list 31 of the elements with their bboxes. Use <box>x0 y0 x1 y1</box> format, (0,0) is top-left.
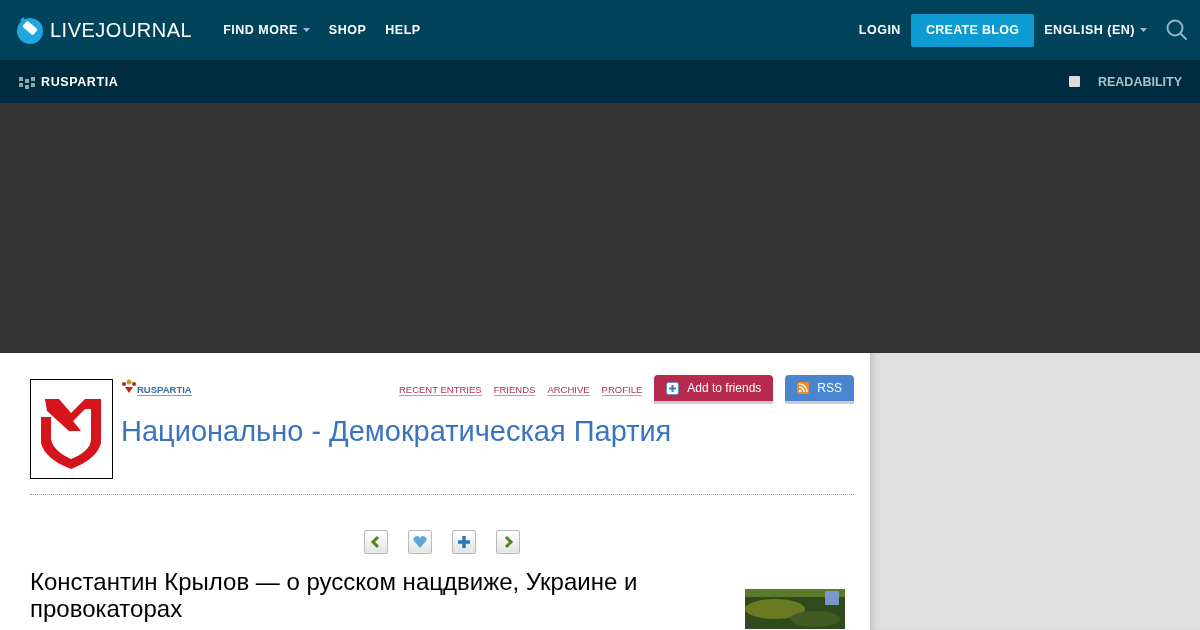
logo-text[interactable]: LIVEJOURNAL <box>50 18 193 42</box>
language-dropdown[interactable]: ENGLISH (EN) <box>1044 23 1147 37</box>
plus-icon <box>457 535 471 549</box>
nav-link[interactable]: HELP <box>385 23 421 37</box>
journal-title[interactable]: Национально - Демократическая Партия <box>121 415 854 448</box>
next-entry-button[interactable] <box>496 530 520 554</box>
username-link[interactable]: RUSPARTIA <box>137 384 192 396</box>
add-to-memories-button[interactable] <box>408 530 432 554</box>
previous-entry-button[interactable] <box>364 530 388 554</box>
rss-button[interactable]: RSS <box>785 375 854 401</box>
journal-name[interactable]: RUSPARTIA <box>41 74 119 89</box>
journal-nav-link[interactable]: RECENT ENTRIES <box>398 384 482 396</box>
journal-nav-link[interactable]: FRIENDS <box>493 384 536 396</box>
heart-icon <box>413 535 427 549</box>
journal-nav-link[interactable]: ARCHIVE <box>547 384 590 396</box>
journal-nav-link[interactable]: PROFILE <box>601 384 643 396</box>
pen-logo-icon <box>16 16 44 44</box>
plus-icon <box>666 381 680 395</box>
search-icon[interactable] <box>1166 19 1188 41</box>
post-title[interactable]: Константин Крылов — о русском нацдвиже, Украине и провокаторах <box>30 568 680 622</box>
add-entry-button[interactable] <box>452 530 476 554</box>
nav-link[interactable]: FIND MORE <box>223 23 310 37</box>
add-to-friends-button[interactable]: Add to friends <box>654 375 774 401</box>
community-icon <box>19 74 35 89</box>
readability-label[interactable]: READABILITY <box>1097 74 1182 89</box>
readability-checkbox[interactable] <box>1068 76 1080 87</box>
nav-link[interactable]: SHOP <box>328 23 367 37</box>
rss-icon <box>797 382 810 394</box>
caret-icon <box>1140 28 1147 32</box>
community-badge-icon <box>121 379 137 393</box>
login-link[interactable]: LOGIN <box>858 23 901 37</box>
